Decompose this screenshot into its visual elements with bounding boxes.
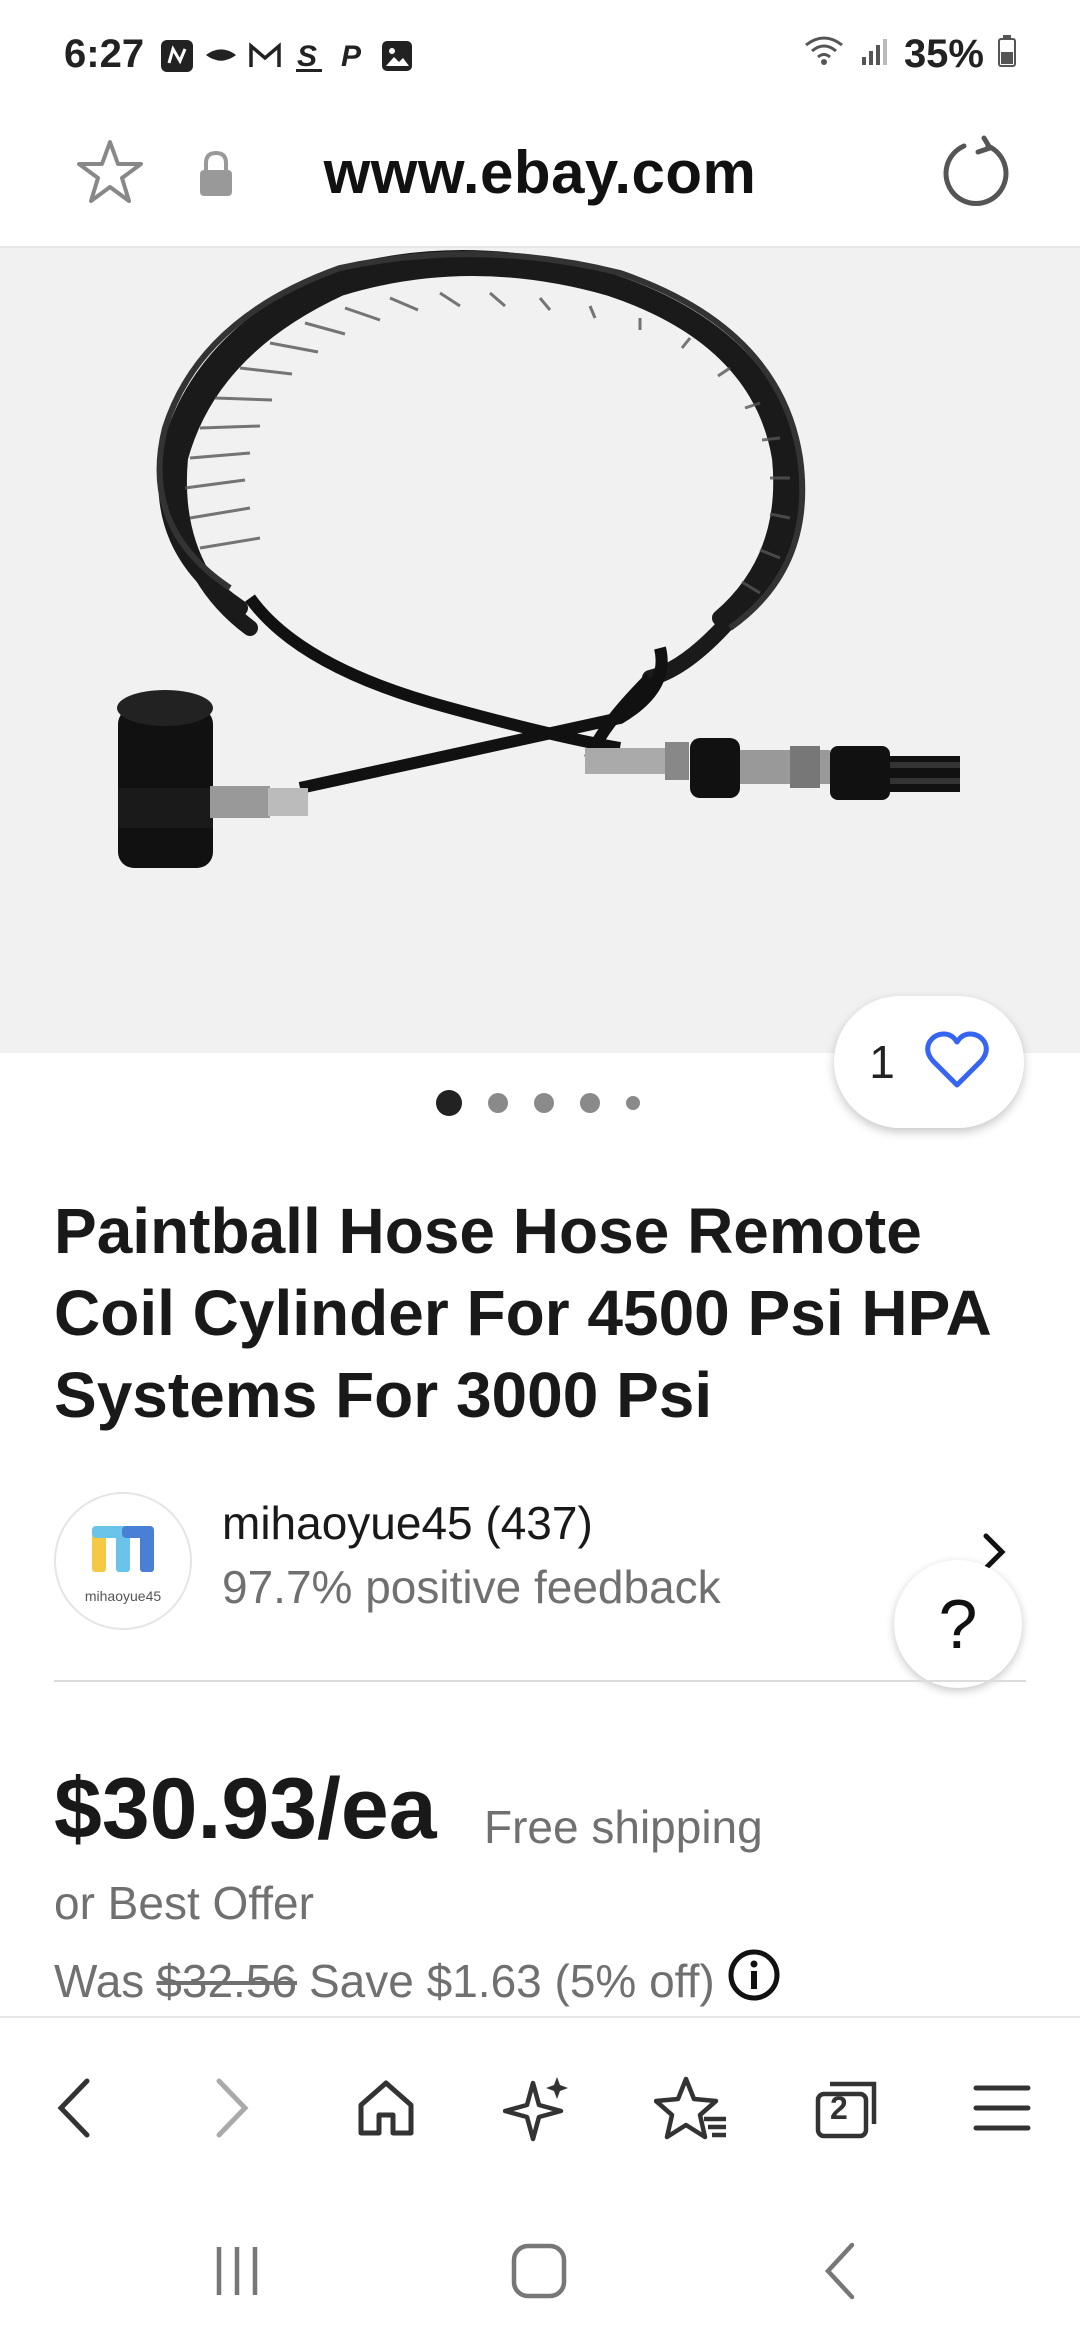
carousel-dot-5[interactable] (626, 1096, 640, 1110)
notification-icons: S P (160, 36, 414, 76)
home-icon[interactable] (346, 2068, 426, 2148)
seller-avatar[interactable]: mihaoyue45 (54, 1492, 192, 1630)
gmail-icon (248, 39, 282, 73)
watch-button[interactable]: 1 (834, 996, 1024, 1128)
seller-name[interactable]: mihaoyue45 (437) (222, 1496, 593, 1550)
svg-text:P: P (341, 40, 362, 73)
wifi-icon (802, 32, 846, 77)
product-image[interactable] (0, 248, 1080, 1053)
listing-title: Paintball Hose Hose Remote Coil Cylinder… (54, 1195, 990, 1431)
menu-icon[interactable] (962, 2068, 1042, 2148)
recent-apps-icon[interactable] (192, 2226, 282, 2316)
s-icon: S (292, 39, 326, 73)
help-button[interactable]: ? (894, 1560, 1022, 1688)
watch-count: 1 (869, 1036, 895, 1088)
back-nav-icon[interactable] (796, 2226, 886, 2316)
tabs-icon[interactable]: 2 (808, 2068, 888, 2148)
sparkle-icon[interactable] (498, 2068, 578, 2148)
carousel-dot-2[interactable] (488, 1093, 508, 1113)
seller-feedback: 97.7% positive feedback (222, 1561, 721, 1613)
browser-toolbar: 2 (0, 2016, 1080, 2208)
n-icon (160, 39, 194, 73)
info-icon[interactable] (727, 1948, 781, 2013)
url-text[interactable]: www.ebay.com (0, 138, 1080, 207)
was-price-row: Was $32.56 Save $1.63 (5% off) (54, 1948, 781, 2013)
signal-icon (860, 32, 890, 77)
status-time: 6:27 (64, 32, 145, 76)
savings-text: Save $1.63 (5% off) (309, 1954, 715, 2007)
paypal-icon: P (336, 39, 370, 73)
was-label: Was (54, 1954, 145, 2007)
reload-icon[interactable] (936, 132, 1016, 212)
home-nav-icon[interactable] (494, 2226, 584, 2316)
cap-icon (204, 39, 238, 73)
carousel-dot-4[interactable] (580, 1093, 600, 1113)
battery-icon (998, 32, 1016, 77)
shipping-text: Free shipping (484, 1801, 763, 1853)
svg-text:S: S (297, 40, 317, 73)
carousel-dot-3[interactable] (534, 1093, 554, 1113)
gallery-icon (380, 39, 414, 73)
status-right: 35% (802, 32, 1016, 77)
url-bar: www.ebay.com (0, 110, 1080, 248)
carousel-dot-1[interactable] (436, 1090, 462, 1116)
tabs-count: 2 (830, 2090, 848, 2126)
carousel-dots (436, 1090, 640, 1116)
heart-icon (924, 1031, 989, 1094)
divider (54, 1680, 1026, 1682)
avatar-label: mihaoyue45 (84, 1588, 162, 1604)
best-offer-text: or Best Offer (54, 1877, 314, 1929)
battery-percent: 35% (903, 32, 984, 76)
forward-icon[interactable] (192, 2068, 272, 2148)
back-icon[interactable] (34, 2068, 114, 2148)
status-bar: 6:27 S P 35% (0, 0, 1080, 110)
was-price: $32.56 (156, 1954, 297, 2007)
system-nav-bar (0, 2206, 1080, 2340)
price: $30.93/ea (54, 1761, 437, 1857)
bookmarks-icon[interactable] (652, 2068, 732, 2148)
